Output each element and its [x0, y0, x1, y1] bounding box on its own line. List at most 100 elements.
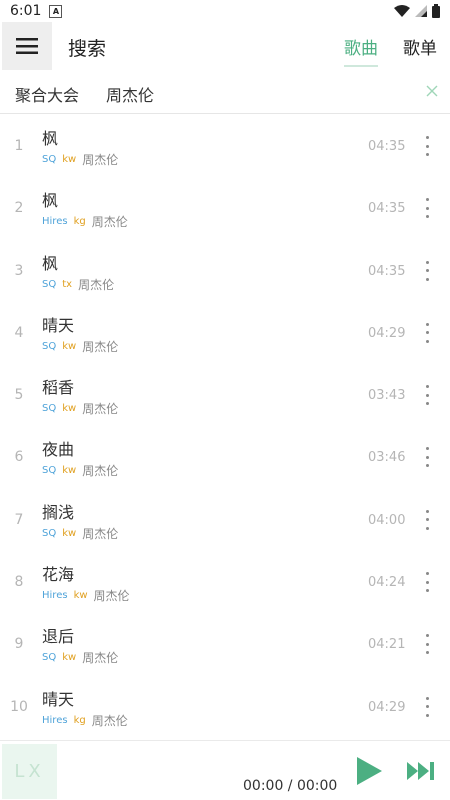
quality-badge: SQ: [42, 154, 57, 165]
song-number: 9: [14, 636, 24, 653]
song-number: 10: [10, 698, 28, 715]
more-vertical-icon[interactable]: [420, 572, 434, 593]
song-number: 8: [14, 574, 24, 591]
playback-time: 00:00 / 00:00: [243, 778, 338, 794]
more-vertical-icon[interactable]: [420, 447, 434, 468]
more-vertical-icon[interactable]: [420, 385, 434, 406]
page-title: 搜索: [68, 38, 107, 60]
player-bar: LX 00:00 / 00:00: [0, 740, 450, 800]
source-badge: kw: [62, 403, 77, 415]
play-icon[interactable]: [355, 756, 383, 786]
quality-badge: Hires: [42, 714, 68, 726]
song-row[interactable]: 7 搁浅 SQ kw 周杰伦 04:00: [0, 488, 450, 550]
song-title: 晴天: [42, 689, 75, 709]
song-number: 1: [14, 138, 24, 154]
menu-button[interactable]: [2, 22, 52, 70]
song-title: 夜曲: [42, 440, 75, 460]
quality-badge: SQ: [42, 652, 57, 664]
song-meta: Hires kg 周杰伦: [42, 213, 128, 230]
song-meta: Hires kg 周杰伦: [42, 712, 128, 729]
song-list: 1 枫 SQ kw 周杰伦 04:35 2 枫 Hires kg 周杰伦 04:…: [0, 114, 450, 737]
song-row[interactable]: 10 晴天 Hires kg 周杰伦 04:29: [0, 675, 450, 737]
quality-badge: Hires: [42, 216, 68, 228]
song-duration: 04:35: [368, 201, 406, 217]
song-duration: 04:35: [368, 263, 406, 279]
song-title: 搁浅: [42, 502, 75, 522]
wifi-icon: [394, 5, 410, 17]
more-vertical-icon[interactable]: [420, 509, 434, 530]
song-duration: 03:43: [368, 388, 406, 404]
song-artist: 周杰伦: [82, 153, 119, 167]
song-title: 退后: [42, 627, 75, 647]
song-artist: 周杰伦: [91, 713, 128, 728]
song-duration: 04:00: [368, 512, 406, 528]
status-time: 6:01: [10, 3, 42, 19]
source-selector[interactable]: 聚合大会: [15, 82, 79, 106]
source-badge: kw: [73, 590, 88, 602]
song-row[interactable]: 3 枫 SQ tx 周杰伦 04:35: [0, 239, 450, 301]
song-meta: SQ kw 周杰伦: [42, 649, 118, 666]
quality-badge: SQ: [42, 465, 57, 477]
song-row[interactable]: 4 晴天 SQ kw 周杰伦 04:29: [0, 301, 450, 363]
search-input[interactable]: 周杰伦: [106, 82, 154, 106]
source-badge: tx: [62, 278, 73, 290]
song-duration: 03:46: [368, 450, 406, 466]
status-bar: 6:01 A: [0, 0, 450, 22]
hamburger-menu-icon: [16, 38, 38, 54]
song-title: 枫: [42, 253, 59, 273]
album-cover[interactable]: LX: [2, 744, 57, 799]
song-title: 枫: [42, 129, 59, 148]
more-vertical-icon[interactable]: [420, 198, 434, 219]
source-badge: kw: [62, 652, 77, 664]
song-meta: SQ kw 周杰伦: [42, 338, 118, 355]
more-vertical-icon[interactable]: [420, 322, 434, 343]
source-badge: kw: [62, 340, 77, 352]
song-artist: 周杰伦: [82, 651, 119, 666]
source-badge: kg: [73, 216, 86, 228]
song-row[interactable]: 2 枫 Hires kg 周杰伦 04:35: [0, 176, 450, 238]
search-bar: 聚合大会 周杰伦: [0, 74, 450, 114]
quality-badge: SQ: [42, 403, 57, 415]
song-row[interactable]: 9 退后 SQ kw 周杰伦 04:21: [0, 612, 450, 674]
more-vertical-icon[interactable]: [420, 260, 434, 281]
song-row[interactable]: 1 枫 SQ kw 周杰伦 04:35: [0, 114, 450, 176]
song-title: 花海: [42, 565, 75, 585]
more-vertical-icon[interactable]: [420, 634, 434, 655]
song-duration: 04:29: [368, 699, 406, 715]
quality-badge: SQ: [42, 278, 57, 290]
song-duration: 04:35: [368, 139, 406, 154]
source-badge: kw: [62, 465, 77, 477]
song-row[interactable]: 6 夜曲 SQ kw 周杰伦 03:46: [0, 425, 450, 487]
song-number: 3: [14, 262, 24, 279]
song-duration: 04:29: [368, 325, 406, 341]
song-meta: SQ kw 周杰伦: [42, 462, 118, 479]
song-duration: 04:24: [368, 575, 406, 591]
song-duration: 04:21: [368, 637, 406, 653]
source-badge: kw: [62, 154, 77, 165]
song-number: 5: [14, 387, 24, 404]
notification-icon: A: [49, 4, 63, 18]
skip-next-icon[interactable]: [406, 761, 436, 781]
source-badge: kg: [73, 714, 86, 726]
song-number: 6: [14, 449, 24, 466]
song-title: 枫: [42, 191, 59, 211]
quality-badge: Hires: [42, 590, 68, 602]
song-row[interactable]: 5 稻香 SQ kw 周杰伦 03:43: [0, 363, 450, 425]
source-badge: kw: [62, 527, 77, 539]
song-artist: 周杰伦: [78, 277, 115, 292]
more-vertical-icon[interactable]: [420, 136, 434, 156]
song-title: 稻香: [42, 378, 75, 398]
song-meta: SQ kw 周杰伦: [42, 400, 118, 417]
song-number: 2: [14, 200, 24, 217]
signal-icon: [415, 5, 427, 17]
more-vertical-icon[interactable]: [420, 696, 434, 717]
song-row[interactable]: 8 花海 Hires kw 周杰伦 04:24: [0, 550, 450, 612]
song-artist: 周杰伦: [93, 589, 130, 604]
close-icon[interactable]: [425, 84, 439, 98]
song-artist: 周杰伦: [82, 339, 119, 354]
song-meta: SQ kw 周杰伦: [42, 525, 118, 542]
tab-songs[interactable]: 歌曲: [344, 34, 378, 67]
song-meta: SQ kw 周杰伦: [42, 151, 118, 168]
tab-playlists[interactable]: 歌单: [403, 34, 437, 59]
battery-icon: [432, 4, 440, 18]
